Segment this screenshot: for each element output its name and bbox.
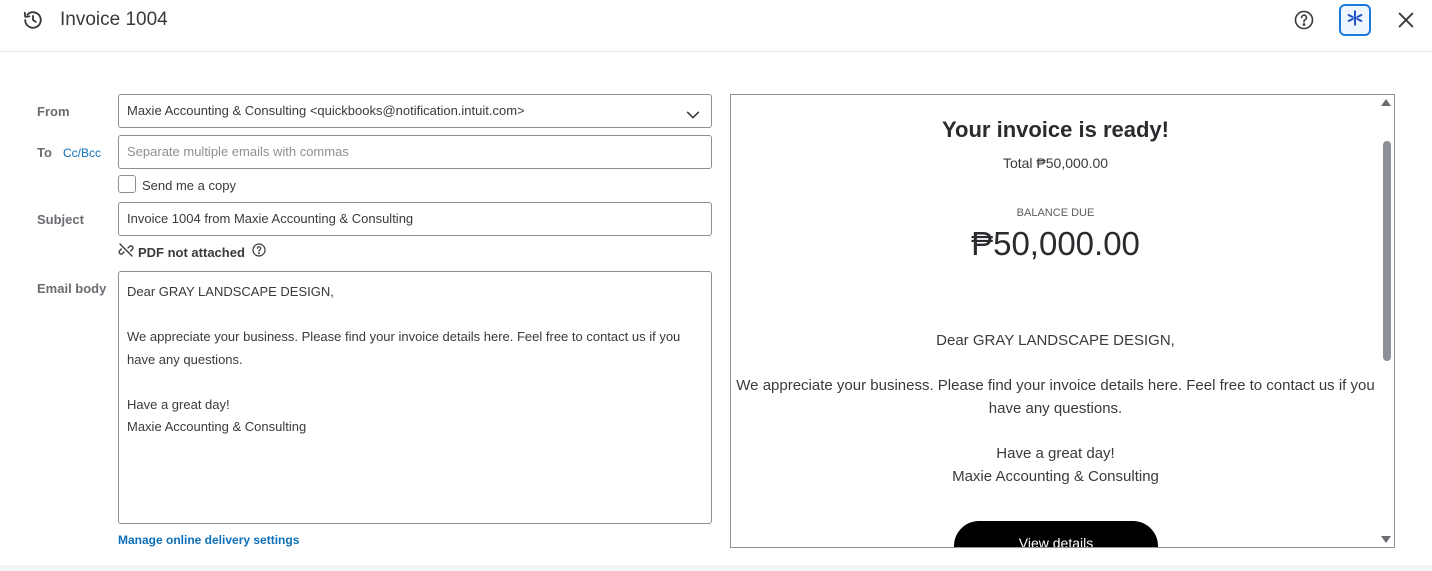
ai-assist-button[interactable] <box>1339 4 1371 36</box>
pdf-status: PDF not attached <box>118 242 267 263</box>
email-preview: Your invoice is ready! Total ₱50,000.00 … <box>730 94 1395 548</box>
cc-bcc-link[interactable]: Cc/Bcc <box>63 146 101 160</box>
subject-input[interactable]: Invoice 1004 from Maxie Accounting & Con… <box>118 202 712 236</box>
body-signature: Maxie Accounting & Consulting <box>127 419 307 434</box>
preview-scrollbar[interactable] <box>1380 95 1394 547</box>
info-icon[interactable] <box>251 242 267 263</box>
preview-message-line1: We appreciate your business. Please find… <box>736 377 1375 394</box>
manage-delivery-settings-link[interactable]: Manage online delivery settings <box>118 533 299 547</box>
scroll-down-icon[interactable] <box>1381 536 1391 543</box>
ai-assist-icon <box>1346 9 1364 32</box>
email-body-textarea[interactable]: Dear GRAY LANDSCAPE DESIGN, We appreciat… <box>118 271 712 524</box>
from-label: From <box>37 104 70 119</box>
history-icon[interactable] <box>22 9 44 31</box>
chevron-down-icon[interactable] <box>685 103 701 119</box>
to-placeholder: Separate multiple emails with commas <box>127 144 349 159</box>
scroll-thumb[interactable] <box>1383 141 1391 361</box>
close-icon[interactable] <box>1395 9 1417 31</box>
subject-value: Invoice 1004 from Maxie Accounting & Con… <box>127 211 414 226</box>
view-details-button[interactable]: View details <box>954 521 1158 547</box>
send-copy-checkbox[interactable] <box>118 175 136 193</box>
pdf-status-text: PDF not attached <box>138 244 245 260</box>
to-label: To <box>37 145 52 160</box>
preview-message: We appreciate your business. Please find… <box>735 375 1376 420</box>
body-greeting: Dear GRAY LANDSCAPE DESIGN, <box>127 284 334 299</box>
from-select[interactable]: Maxie Accounting & Consulting <quickbook… <box>118 94 712 128</box>
footer-divider <box>0 565 1432 571</box>
from-value: Maxie Accounting & Consulting <quickbook… <box>127 103 525 118</box>
subject-label: Subject <box>37 212 84 227</box>
preview-balance-amount: ₱50,000.00 <box>971 225 1140 262</box>
preview-message-line2: have any questions. <box>988 399 1123 417</box>
preview-closing-block: Have a great day! Maxie Accounting & Con… <box>731 443 1380 488</box>
preview-balance-label: BALANCE DUE <box>1016 207 1095 219</box>
preview-signature: Maxie Accounting & Consulting <box>952 467 1159 485</box>
email-body-label: Email body <box>37 281 107 296</box>
body-closing: Have a great day! <box>127 396 230 412</box>
body-message-line2: have any questions. <box>127 351 243 367</box>
page-title: Invoice 1004 <box>60 9 168 30</box>
body-message-line1: We appreciate your business. Please find… <box>127 329 681 344</box>
send-copy-label[interactable]: Send me a copy <box>142 178 236 193</box>
preview-closing: Have a great day! <box>996 445 1115 462</box>
help-icon[interactable] <box>1292 8 1316 32</box>
modal-header: Invoice 1004 <box>0 0 1432 52</box>
scroll-up-icon[interactable] <box>1381 99 1391 106</box>
preview-greeting: Dear GRAY LANDSCAPE DESIGN, <box>936 332 1175 349</box>
preview-total: Total ₱50,000.00 <box>1002 155 1109 171</box>
preview-heading: Your invoice is ready! <box>941 117 1169 142</box>
to-input[interactable]: Separate multiple emails with commas <box>118 135 712 169</box>
unlink-icon <box>118 242 134 263</box>
